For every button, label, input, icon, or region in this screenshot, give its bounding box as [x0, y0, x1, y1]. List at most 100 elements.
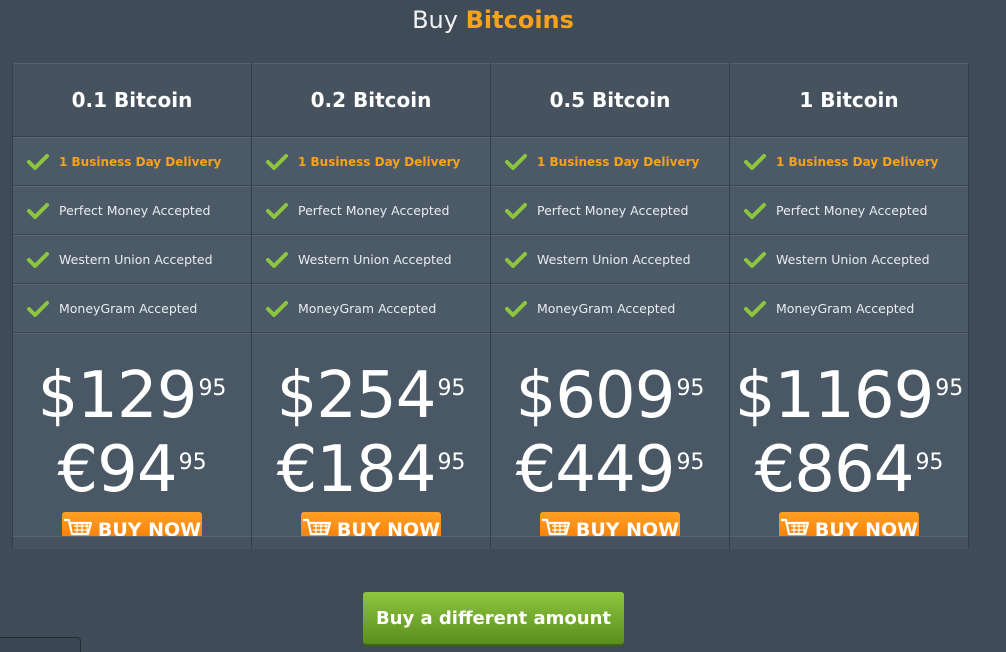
check-icon: [266, 153, 288, 170]
feature-label: MoneyGram Accepted: [59, 301, 198, 316]
check-icon: [27, 300, 49, 317]
feature-label: Western Union Accepted: [298, 252, 452, 267]
price-cents: 95: [935, 376, 964, 401]
currency-symbol: $: [515, 359, 557, 433]
feature-row: MoneyGram Accepted: [252, 284, 490, 333]
feature-row: Perfect Money Accepted: [491, 186, 729, 235]
price-block: $1169 95 €864 95 BUY NOW: [730, 333, 968, 549]
check-icon: [266, 251, 288, 268]
check-icon: [27, 202, 49, 219]
buy-different-amount-button[interactable]: Buy a different amount: [363, 592, 624, 644]
feature-row: Western Union Accepted: [13, 235, 251, 284]
check-icon: [27, 153, 49, 170]
check-icon: [505, 300, 527, 317]
check-icon: [266, 300, 288, 317]
currency-symbol: $: [734, 359, 776, 433]
currency-symbol: €: [276, 433, 318, 507]
currency-symbol: €: [515, 433, 557, 507]
check-icon: [744, 300, 766, 317]
currency-symbol: $: [37, 359, 79, 433]
eur-price: €864 95: [755, 438, 944, 502]
pricing-table: 0.1 Bitcoin 1 Business Day Delivery Perf…: [12, 63, 969, 549]
currency-symbol: €: [57, 433, 98, 507]
divider: [491, 536, 729, 549]
check-icon: [505, 251, 527, 268]
eur-price: €184 95: [277, 438, 466, 502]
usd-price: $129 95: [38, 364, 227, 428]
plan-name: 0.5 Bitcoin: [491, 63, 729, 137]
feature-label: Perfect Money Accepted: [298, 203, 450, 218]
feature-label: Perfect Money Accepted: [776, 203, 928, 218]
price-whole: 129: [77, 359, 197, 433]
feature-row: MoneyGram Accepted: [13, 284, 251, 333]
feature-label: Perfect Money Accepted: [59, 203, 211, 218]
check-icon: [505, 153, 527, 170]
usd-price: $1169 95: [735, 364, 964, 428]
check-icon: [744, 153, 766, 170]
feature-row: MoneyGram Accepted: [730, 284, 968, 333]
divider: [252, 536, 490, 549]
plan-name: 0.2 Bitcoin: [252, 63, 490, 137]
feature-label: MoneyGram Accepted: [537, 301, 676, 316]
price-cents: 95: [178, 450, 207, 475]
price-cents: 95: [198, 376, 227, 401]
check-icon: [27, 251, 49, 268]
feature-row: Perfect Money Accepted: [13, 186, 251, 235]
check-icon: [505, 202, 527, 219]
divider: [730, 536, 968, 549]
check-icon: [744, 251, 766, 268]
check-icon: [744, 202, 766, 219]
price-cents: 95: [437, 376, 466, 401]
feature-row: MoneyGram Accepted: [491, 284, 729, 333]
feature-label: 1 Business Day Delivery: [537, 154, 700, 169]
feature-label: Western Union Accepted: [59, 252, 213, 267]
feature-label: MoneyGram Accepted: [776, 301, 915, 316]
plan-name: 0.1 Bitcoin: [13, 63, 251, 137]
feature-label: 1 Business Day Delivery: [776, 154, 939, 169]
price-cents: 95: [676, 450, 705, 475]
price-whole: 1169: [774, 359, 934, 433]
price-cents: 95: [437, 450, 466, 475]
usd-price: $254 95: [277, 364, 466, 428]
plan-name: 1 Bitcoin: [730, 63, 968, 137]
plan-column: 0.5 Bitcoin 1 Business Day Delivery Perf…: [490, 63, 729, 549]
price-cents: 95: [915, 450, 944, 475]
feature-label: Perfect Money Accepted: [537, 203, 689, 218]
title-accent: Bitcoins: [465, 6, 574, 34]
title-prefix: Buy: [412, 6, 458, 34]
check-icon: [266, 202, 288, 219]
feature-row: Perfect Money Accepted: [252, 186, 490, 235]
eur-price: €94 95: [57, 438, 206, 502]
window-corner: [0, 637, 81, 652]
price-block: $609 95 €449 95 BUY NOW: [491, 333, 729, 549]
usd-price: $609 95: [516, 364, 705, 428]
price-whole: 864: [794, 433, 914, 507]
feature-row: 1 Business Day Delivery: [13, 137, 251, 186]
feature-row: Western Union Accepted: [491, 235, 729, 284]
feature-label: 1 Business Day Delivery: [59, 154, 222, 169]
page-title: Buy Bitcoins: [0, 4, 986, 36]
price-whole: 609: [555, 359, 675, 433]
feature-label: MoneyGram Accepted: [298, 301, 437, 316]
feature-label: Western Union Accepted: [776, 252, 930, 267]
feature-label: Western Union Accepted: [537, 252, 691, 267]
feature-row: 1 Business Day Delivery: [730, 137, 968, 186]
plan-column: 0.1 Bitcoin 1 Business Day Delivery Perf…: [12, 63, 251, 549]
feature-row: 1 Business Day Delivery: [252, 137, 490, 186]
price-block: $129 95 €94 95 BUY NOW: [13, 333, 251, 549]
feature-row: Western Union Accepted: [730, 235, 968, 284]
price-whole: 184: [316, 433, 436, 507]
feature-row: Perfect Money Accepted: [730, 186, 968, 235]
price-whole: 449: [555, 433, 675, 507]
price-cents: 95: [676, 376, 705, 401]
price-whole: 94: [97, 433, 177, 507]
plan-column: 0.2 Bitcoin 1 Business Day Delivery Perf…: [251, 63, 490, 549]
price-block: $254 95 €184 95 BUY NOW: [252, 333, 490, 549]
currency-symbol: $: [276, 359, 318, 433]
divider: [13, 536, 251, 549]
currency-symbol: €: [754, 433, 796, 507]
feature-row: 1 Business Day Delivery: [491, 137, 729, 186]
eur-price: €449 95: [516, 438, 705, 502]
plan-column: 1 Bitcoin 1 Business Day Delivery Perfec…: [729, 63, 969, 549]
feature-row: Western Union Accepted: [252, 235, 490, 284]
